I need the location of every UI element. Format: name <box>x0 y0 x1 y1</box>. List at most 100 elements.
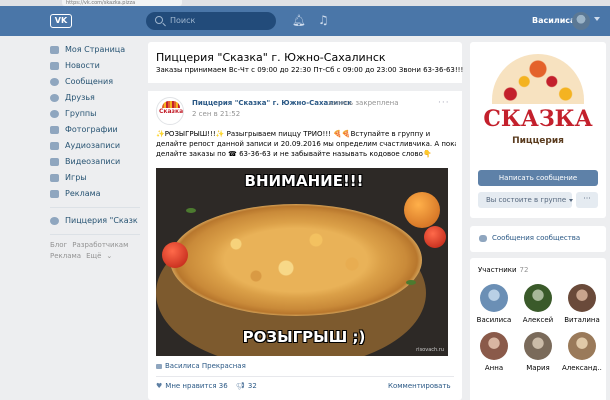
member-item[interactable]: Александ... <box>562 332 602 372</box>
more-actions-button[interactable]: ··· <box>576 192 598 208</box>
games-icon <box>50 174 59 182</box>
post-text-line: делайте репост данной записи и 20.09.201… <box>156 140 456 148</box>
sidebar-footer-links: Реклама Ещё ⌄ <box>48 251 148 262</box>
like-button[interactable]: ♥ Мне нравится 36 <box>156 382 228 390</box>
photo-credit-link[interactable]: Василиса Прекрасная <box>156 362 246 370</box>
share-button[interactable]: 📢︎ 32 <box>236 382 257 390</box>
sidebar-item-friends[interactable]: Друзья <box>48 90 148 106</box>
chevron-down-icon[interactable] <box>594 17 600 21</box>
sidebar-item-label: Новости <box>65 61 100 70</box>
music-icon[interactable]: ♫ <box>318 14 330 27</box>
more-options-icon[interactable]: ··· <box>438 98 450 108</box>
avatar <box>524 332 552 360</box>
like-count: 36 <box>218 382 228 390</box>
tomato-picture <box>404 192 440 228</box>
members-header[interactable]: Участники 72 <box>478 266 528 274</box>
bell-icon[interactable]: 🔔︎ <box>292 15 306 27</box>
post-image[interactable]: ВНИМАНИЕ!!! РОЗЫГРЫШ ;) risovach.ru <box>156 168 448 356</box>
sidebar-item-video[interactable]: Видеозаписи <box>48 154 148 170</box>
sidebar-item-groups[interactable]: Группы <box>48 106 148 122</box>
avatar-logo-text: Сказка <box>159 108 184 115</box>
sidebar-item-photos[interactable]: Фотографии <box>48 122 148 138</box>
member-item[interactable]: Виталина <box>562 284 602 324</box>
header-user-name[interactable]: Василиса <box>532 15 575 27</box>
heart-icon: ♥ <box>156 382 163 390</box>
member-item[interactable]: Василиса <box>474 284 514 324</box>
sidebar-item-ads[interactable]: Реклама <box>48 186 148 202</box>
image-watermark: risovach.ru <box>416 347 444 353</box>
sidebar-item-audio[interactable]: Аудиозаписи <box>48 138 148 154</box>
like-label: Мне нравится <box>165 382 217 390</box>
footer-link-developers[interactable]: Разработчикам <box>72 241 128 249</box>
members-block: Участники 72 Василиса Алексей Виталина Ан… <box>470 258 606 400</box>
sidebar-item-label: Реклама <box>65 189 101 198</box>
comment-button[interactable]: Комментировать <box>388 382 451 390</box>
brand-logo-subtitle: Пиццерия <box>512 136 564 146</box>
footer-link-ads[interactable]: Реклама <box>50 252 81 260</box>
avatar[interactable] <box>572 12 590 30</box>
sidebar-item-my-page[interactable]: Моя Страница <box>48 42 148 58</box>
members-count: 72 <box>519 266 529 274</box>
community-messages-link[interactable]: Сообщения сообщества <box>470 226 606 252</box>
chevron-down-icon[interactable]: ⌄ <box>106 252 112 260</box>
photo-credit-name: Василиса Прекрасная <box>165 362 246 370</box>
chevron-down-icon <box>569 198 574 202</box>
brand-logo-text: СКАЗКА <box>483 106 593 132</box>
sidebar-item-messages[interactable]: Сообщения <box>48 74 148 90</box>
sidebar-footer-links: Блог Разработчикам <box>48 240 148 251</box>
sidebar-item-bookmark-group[interactable]: Пиццерия "Сказк <box>48 213 148 229</box>
member-name: Александ... <box>562 364 602 372</box>
footer-link-more[interactable]: Ещё <box>86 252 101 260</box>
sidebar-item-label: Группы <box>65 109 97 118</box>
vk-logo[interactable]: VK <box>50 14 72 28</box>
membership-dropdown[interactable]: Вы состоите в группе <box>478 192 574 208</box>
chat-bubble-icon <box>479 235 487 242</box>
community-messages-label: Сообщения сообщества <box>492 234 581 242</box>
search-placeholder: Поиск <box>170 16 196 25</box>
member-name: Алексей <box>522 316 554 324</box>
sidebar-item-label: Игры <box>65 173 87 182</box>
members-label: Участники <box>478 266 517 274</box>
video-icon <box>50 158 59 166</box>
group-cover-card: СКАЗКА Пиццерия Написать сообщение Вы со… <box>470 42 606 218</box>
herb-picture <box>186 208 196 213</box>
avatar <box>524 284 552 312</box>
tomato-picture <box>424 226 446 248</box>
share-count: 32 <box>247 382 257 390</box>
sidebar-item-games[interactable]: Игры <box>48 170 148 186</box>
post-author-avatar[interactable]: Сказка <box>156 97 184 125</box>
membership-label: Вы состоите в группе <box>486 196 567 204</box>
sidebar-item-news[interactable]: Новости <box>48 58 148 74</box>
post-date[interactable]: 2 сен в 21:52 <box>192 110 240 118</box>
friends-icon <box>50 94 59 102</box>
avatar <box>480 284 508 312</box>
sidebar: Моя Страница Новости Сообщения Друзья Гр… <box>48 42 148 262</box>
pizza-toppings <box>196 220 396 300</box>
footer-link-blog[interactable]: Блог <box>50 241 67 249</box>
camera-icon <box>156 363 162 369</box>
image-caption-top: ВНИМАНИЕ!!! <box>244 172 364 190</box>
divider <box>148 83 462 91</box>
divider <box>50 234 140 235</box>
sidebar-item-label: Друзья <box>65 93 95 102</box>
sidebar-item-label: Аудиозаписи <box>65 141 121 150</box>
logo-ornament <box>162 101 180 108</box>
search-input[interactable]: Поиск <box>146 12 276 30</box>
member-item[interactable]: Алексей <box>518 284 558 324</box>
top-header: VK Поиск 🔔︎ ♫ Василиса <box>0 6 610 36</box>
audio-icon <box>50 142 59 150</box>
group-status: Заказы принимаем Вс-Чт с 09:00 до 22:30 … <box>156 66 464 74</box>
member-item[interactable]: Анна <box>474 332 514 372</box>
image-caption-bottom: РОЗЫГРЫШ ;) <box>242 328 366 346</box>
member-name: Мария <box>526 364 550 372</box>
photos-icon <box>50 126 59 134</box>
post-text: ✨РОЗЫГРЫШ!!!✨ Разыгрываем пиццу ТРИО!!! … <box>156 129 456 159</box>
send-message-button[interactable]: Написать сообщение <box>478 170 598 186</box>
news-icon <box>50 62 59 70</box>
pinned-label: запись закреплена <box>328 99 399 107</box>
avatar <box>480 332 508 360</box>
sidebar-item-label: Видеозаписи <box>65 157 121 166</box>
member-item[interactable]: Мария <box>518 332 558 372</box>
messages-icon <box>50 78 59 86</box>
ads-icon <box>50 190 59 198</box>
